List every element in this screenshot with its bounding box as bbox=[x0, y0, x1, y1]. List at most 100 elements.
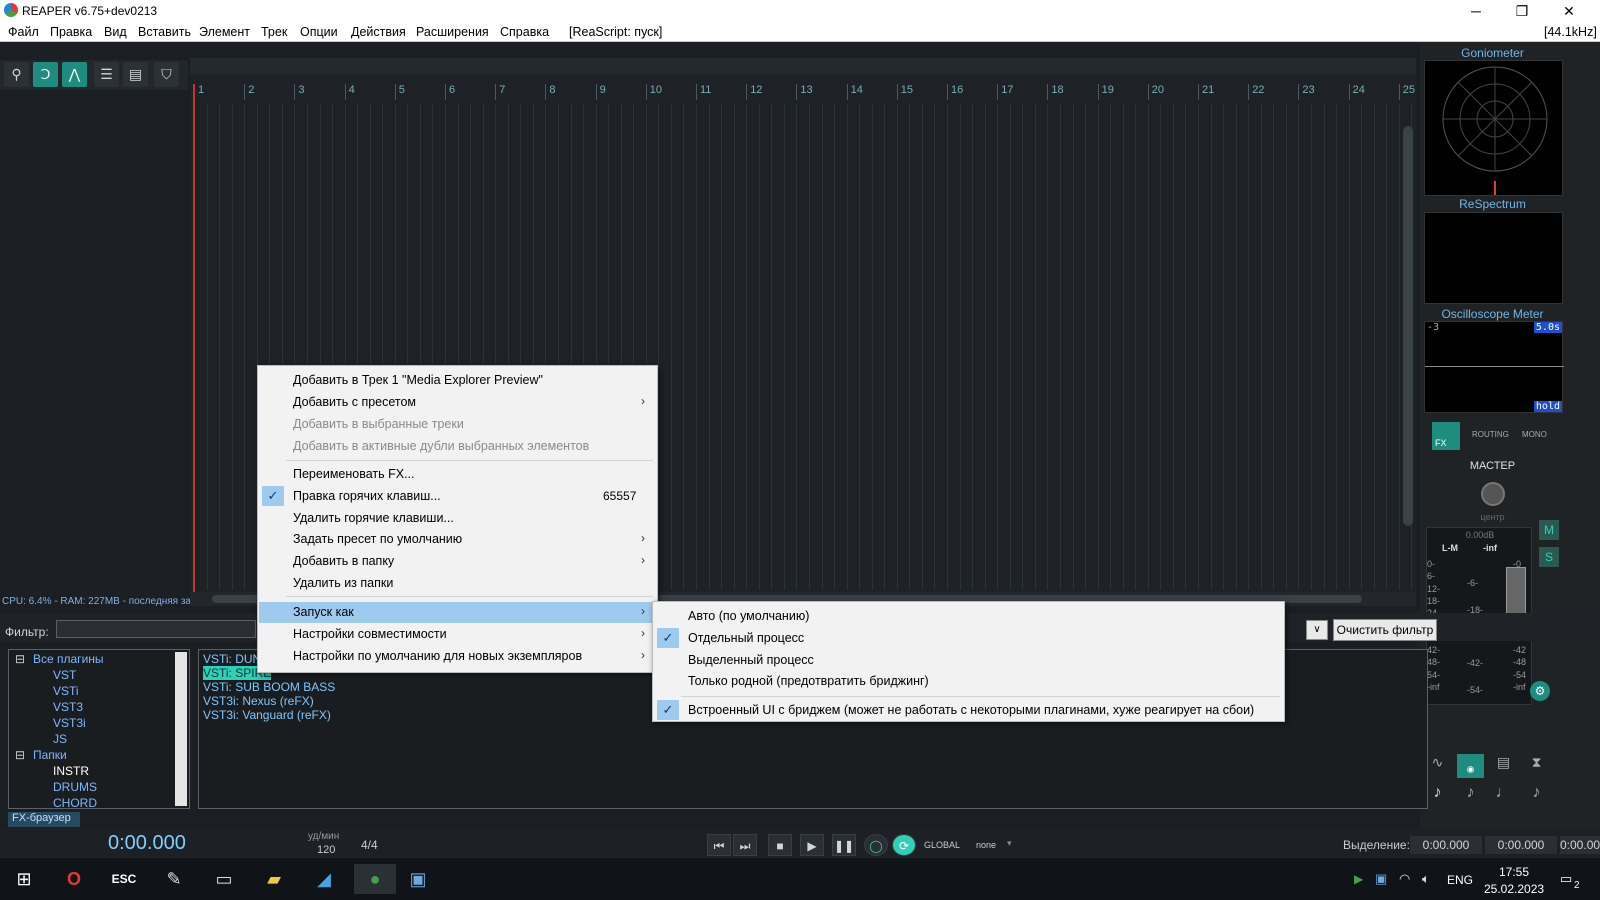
record-icon[interactable]: ◯ bbox=[864, 834, 888, 856]
automation-dropdown-icon[interactable]: ▾ bbox=[1007, 838, 1012, 849]
clock-time[interactable]: 17:55 bbox=[1499, 865, 1529, 879]
go-end-icon[interactable]: ⏭ bbox=[733, 834, 757, 856]
settings-gear-icon[interactable]: ⚙ bbox=[1530, 681, 1550, 701]
time-signature[interactable]: 4/4 bbox=[361, 838, 378, 852]
tree-drums[interactable]: DRUMS bbox=[53, 780, 97, 794]
app-icon[interactable]: ◢ bbox=[308, 864, 340, 894]
plugin-item[interactable]: VST3i: Nexus (reFX) bbox=[203, 694, 314, 708]
tree-js[interactable]: JS bbox=[53, 732, 67, 746]
note-icon-3[interactable]: ♩ bbox=[1490, 784, 1517, 808]
submenu-native-only[interactable]: Только родной (предотвратить бриджинг) bbox=[688, 674, 929, 688]
menu-edit-shortcuts[interactable]: Правка горячих клавиш... bbox=[293, 489, 441, 503]
master-solo-button[interactable]: S bbox=[1539, 547, 1559, 567]
restore-button[interactable]: ❐ bbox=[1499, 0, 1545, 22]
go-start-icon[interactable]: ⏮ bbox=[707, 834, 731, 856]
master-fx-button[interactable]: FX bbox=[1432, 422, 1460, 450]
tree-all-plugins[interactable]: Все плагины bbox=[33, 652, 104, 666]
network-app-icon[interactable]: ▣ bbox=[402, 864, 434, 894]
menu-file[interactable]: Файл bbox=[8, 25, 39, 39]
tree-vst3i[interactable]: VST3i bbox=[53, 716, 86, 730]
volume-icon[interactable]: 🔈︎ bbox=[1422, 871, 1430, 887]
menu-options[interactable]: Опции bbox=[300, 25, 338, 39]
automation-mode-value[interactable]: none bbox=[976, 840, 996, 850]
lock-shield-icon[interactable]: ⛉ bbox=[154, 62, 179, 87]
tree-instr[interactable]: INSTR bbox=[53, 764, 89, 778]
submenu-dedicated-process[interactable]: Выделенный процесс bbox=[688, 653, 814, 667]
pan-knob[interactable] bbox=[1481, 482, 1505, 506]
menu-remove-shortcuts[interactable]: Удалить горячие клавиши... bbox=[293, 511, 454, 525]
master-routing-button[interactable]: ROUTING bbox=[1472, 430, 1509, 439]
file-explorer-icon[interactable]: ▰ bbox=[258, 864, 290, 894]
snap-icon[interactable]: ⋀ bbox=[62, 62, 87, 87]
menu-insert[interactable]: Вставить bbox=[138, 25, 191, 39]
submenu-separate-process[interactable]: Отдельный процесс bbox=[688, 631, 804, 645]
menu-add-to-folder[interactable]: Добавить в папку bbox=[293, 554, 394, 568]
submenu-embedded-ui-bridge[interactable]: Встроенный UI с бриджем (может не работа… bbox=[688, 703, 1254, 717]
region-lane[interactable] bbox=[190, 58, 1416, 74]
tree-vsti[interactable]: VSTi bbox=[53, 684, 79, 698]
tree-folders[interactable]: Папки bbox=[33, 748, 67, 762]
submenu-auto[interactable]: Авто (по умолчанию) bbox=[688, 609, 809, 623]
plugin-item[interactable]: VSTi: SUB BOOM BASS bbox=[203, 680, 335, 694]
tray-app-icon[interactable]: ▣ bbox=[1375, 871, 1387, 887]
wifi-icon[interactable]: ◠ bbox=[1399, 871, 1410, 887]
envelope-icon[interactable]: ▤ bbox=[123, 62, 148, 87]
close-button[interactable]: ✕ bbox=[1546, 0, 1592, 22]
master-mono-button[interactable]: MONO bbox=[1522, 430, 1547, 439]
menu-add-with-preset[interactable]: Добавить с пресетом bbox=[293, 395, 416, 409]
track-list-icon[interactable]: ☰ bbox=[94, 62, 119, 87]
menu-track[interactable]: Трек bbox=[261, 25, 287, 39]
stop-icon[interactable]: ■ bbox=[768, 834, 792, 856]
filter-input[interactable] bbox=[56, 620, 256, 638]
menu-actions[interactable]: Действия bbox=[351, 25, 406, 39]
menu-default-settings-new-instances[interactable]: Настройки по умолчанию для новых экземпл… bbox=[293, 649, 582, 663]
tree-vst3[interactable]: VST3 bbox=[53, 700, 83, 714]
tree-vst[interactable]: VST bbox=[53, 668, 76, 682]
tree-expander-folders[interactable]: ⊟ bbox=[15, 748, 25, 762]
monitor-app-icon[interactable]: ▭ bbox=[208, 864, 240, 894]
menu-remove-from-folder[interactable]: Удалить из папки bbox=[293, 576, 393, 590]
osc-time-button[interactable]: 5.0s bbox=[1533, 322, 1562, 333]
filter-dropdown-icon[interactable]: ∨ bbox=[1306, 620, 1328, 640]
plugin-tree[interactable]: ⊟ Все плагины VST VSTi VST3 VST3i JS ⊟ П… bbox=[8, 649, 190, 810]
tree-scrollbar[interactable] bbox=[175, 652, 187, 806]
menu-help[interactable]: Справка bbox=[500, 25, 549, 39]
clock-date[interactable]: 25.02.2023 bbox=[1484, 882, 1544, 896]
automation-mode-label[interactable]: GLOBAL bbox=[924, 840, 960, 850]
language-indicator[interactable]: ENG bbox=[1447, 873, 1473, 887]
selection-end[interactable]: 0:00.000 bbox=[1485, 836, 1557, 854]
tree-chord[interactable]: CHORD bbox=[53, 796, 97, 810]
time-display[interactable]: 0:00.000 bbox=[108, 832, 186, 855]
menu-set-default-preset[interactable]: Задать пресет по умолчанию bbox=[293, 532, 462, 546]
envelope-panel-icon[interactable]: ▤ bbox=[1490, 754, 1517, 778]
track-control-panel[interactable] bbox=[0, 106, 188, 596]
reaper-taskbar-icon[interactable]: ● bbox=[354, 864, 396, 894]
hourglass-icon[interactable]: ⧗ bbox=[1523, 754, 1550, 778]
master-mute-button[interactable]: M bbox=[1539, 520, 1559, 540]
tray-play-icon[interactable]: ▶ bbox=[1354, 872, 1363, 886]
fx-chain-icon[interactable]: ◉ bbox=[1457, 754, 1484, 778]
menu-edit[interactable]: Правка bbox=[50, 25, 92, 39]
menu-run-as[interactable]: Запуск как bbox=[293, 605, 354, 619]
loop-icon[interactable]: Ↄ bbox=[33, 62, 58, 87]
selection-start[interactable]: 0:00.000 bbox=[1410, 836, 1482, 854]
windows-start-icon[interactable]: ⊞ bbox=[8, 864, 40, 894]
note-icon-4[interactable]: ♪ bbox=[1523, 784, 1550, 808]
pen-app-icon[interactable]: ✎ bbox=[158, 864, 190, 894]
menu-view[interactable]: Вид bbox=[104, 25, 127, 39]
note-icon-1[interactable]: ♪ bbox=[1424, 784, 1451, 808]
menu-item[interactable]: Элемент bbox=[199, 25, 250, 39]
fx-browser-tab[interactable]: FX-браузер bbox=[8, 812, 80, 827]
repeat-icon[interactable]: ⟳ bbox=[892, 834, 916, 856]
waveform-icon[interactable]: ∿ bbox=[1424, 754, 1451, 778]
clear-filter-button[interactable]: Очистить фильтр bbox=[1333, 619, 1437, 641]
menu-compatibility-settings[interactable]: Настройки совместимости bbox=[293, 627, 447, 641]
menu-rename-fx[interactable]: Переименовать FX... bbox=[293, 467, 415, 481]
note-icon-2[interactable]: ♪ bbox=[1457, 784, 1484, 808]
menu-extensions[interactable]: Расширения bbox=[416, 25, 489, 39]
plugin-item[interactable]: VST3i: Vanguard (reFX) bbox=[203, 708, 331, 722]
pause-icon[interactable]: ❚❚ bbox=[832, 834, 856, 856]
minimize-button[interactable]: ─ bbox=[1453, 0, 1499, 22]
selection-length[interactable]: 0:00.000 bbox=[1560, 836, 1600, 854]
esc-app-icon[interactable]: ESC bbox=[108, 864, 140, 894]
